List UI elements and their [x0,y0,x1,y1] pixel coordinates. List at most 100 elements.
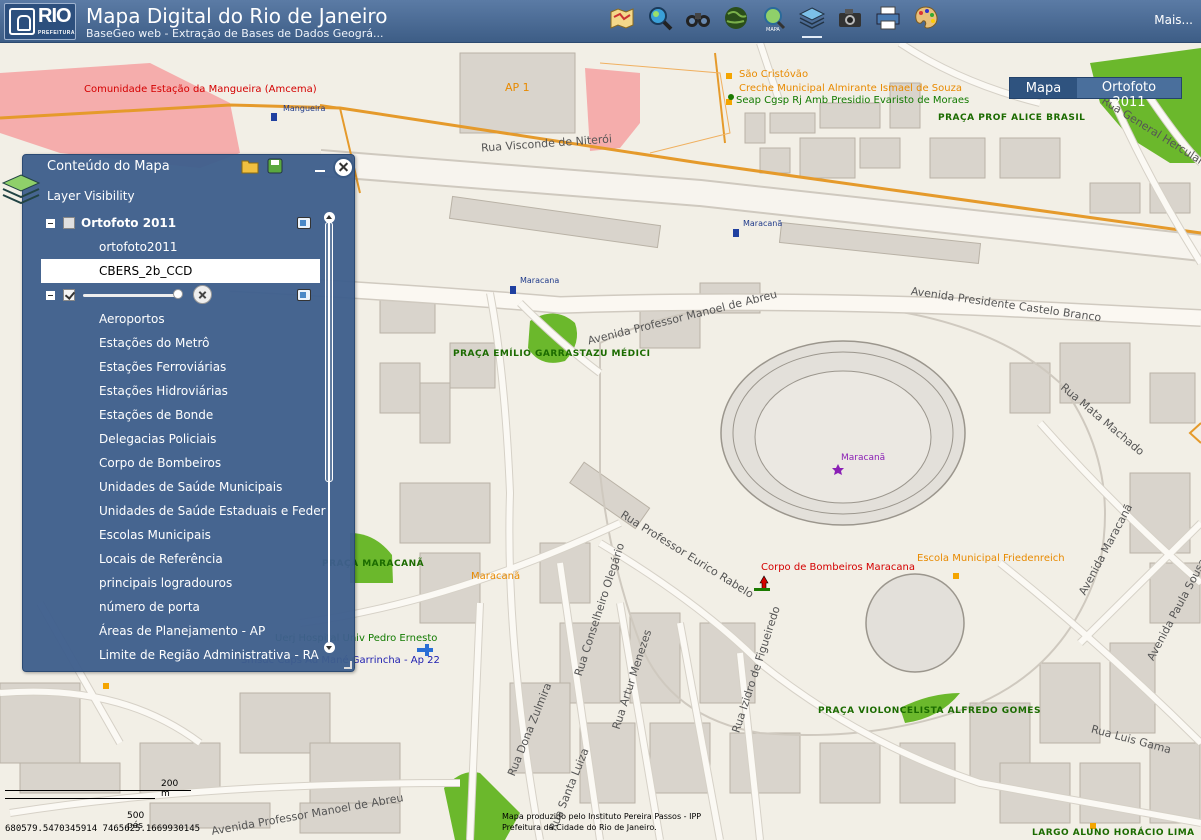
palette-icon[interactable] [910,4,942,38]
layer-item-label: Estações Hidroviárias [99,384,228,398]
layer-item-label: Escolas Municipais [99,528,211,542]
panel-resize-grip-icon[interactable] [344,661,352,669]
more-menu-link[interactable]: Mais... [1154,13,1193,27]
zoom-search-icon[interactable] [644,4,676,38]
layer-tree: Ortofoto 2011 ortofoto2011 CBERS_2b_CCD … [23,211,326,671]
map-content-panel[interactable]: Conteúdo do Mapa Layer Visibility Ortofo… [1,154,355,672]
layer-item-label: Aeroportos [99,312,165,326]
layer-item[interactable]: Estações de Bonde [23,403,326,427]
layer-item[interactable]: Corpo de Bombeiros [23,451,326,475]
basemap-switcher: Mapa Ortofoto 2011 [1009,77,1182,110]
remove-layer-button[interactable] [193,285,212,304]
app-header: RIO PREFEITURA Mapa Digital do Rio de Ja… [0,0,1201,43]
layer-item-label: principais logradouros [99,576,233,590]
save-map-icon[interactable] [267,158,283,174]
label-creche: Creche Municipal Almirante Ismael de Sou… [739,83,962,94]
label-comunidade-mangueira: Comunidade Estação da Mangueira (Amcema) [84,84,317,95]
layer-item[interactable]: número de porta [23,595,326,619]
layer-group-vector [23,283,326,307]
layer-group-label: Ortofoto 2011 [81,216,177,230]
printer-icon[interactable] [872,4,904,38]
layer-item-cbers[interactable]: CBERS_2b_CCD [41,259,320,283]
panel-subtitle: Layer Visibility [47,189,135,203]
layer-item-label: Estações de Bonde [99,408,214,422]
panel-title: Conteúdo do Mapa [47,159,170,174]
layer-item-label: Unidades de Saúde Municipais [99,480,283,494]
layer-item-label: Estações Ferroviárias [99,360,227,374]
layer-item[interactable]: Estações Hidroviárias [23,379,326,403]
layer-options-icon[interactable] [297,217,311,229]
opacity-slider[interactable] [83,294,179,297]
layer-item-ortofoto2011[interactable]: ortofoto2011 [23,235,326,259]
label-largo-aluno: LARGO ALUNO HORÁCIO LIMA [1032,828,1195,838]
toolbar: MAPA [606,4,942,38]
layer-item-label: número de porta [99,600,200,614]
binoculars-icon[interactable] [682,4,714,38]
scale-bar-imperial [5,798,155,799]
layer-item[interactable]: Estações do Metrô [23,331,326,355]
label-ap1: AP 1 [505,81,530,94]
layer-item[interactable]: Escolas Municipais [23,523,326,547]
layer-checkbox[interactable] [63,217,75,229]
map-search-icon[interactable]: MAPA [758,4,790,38]
basemap-mapa-button[interactable]: Mapa [1010,78,1077,98]
label-station-mangueira: Mangueira [283,104,326,113]
layer-item[interactable]: principais logradouros [23,571,326,595]
layer-checkbox[interactable] [63,289,75,301]
minimize-panel-button[interactable] [315,170,325,172]
layer-item[interactable]: Aeroportos [23,307,326,331]
label-seap: Seap Cgsp Rj Amb Presidio Evaristo de Mo… [736,95,970,106]
label-maracana-reference: Maracanã [471,571,521,582]
city-seal-icon [9,8,35,35]
layer-item[interactable]: Unidades de Saúde Estaduais e Federa [23,499,326,523]
layer-item-label: Corpo de Bombeiros [99,456,222,470]
scroll-down-arrow-icon[interactable] [324,642,335,653]
globe-icon[interactable] [720,4,752,38]
logo-sub: PREFEITURA [38,30,75,36]
collapse-toggle-icon[interactable] [46,219,55,228]
layers-stack-icon [1,174,41,205]
collapse-toggle-icon[interactable] [46,291,55,300]
label-corpo-bombeiros: Corpo de Bombeiros Maracana [761,562,916,573]
layers-tool-icon[interactable] [796,4,828,38]
app-subtitle: BaseGeo web - Extração de Bases de Dados… [86,27,384,40]
label-maracana-stadium: Maracanã [841,453,886,463]
layer-item[interactable]: Limite de Região Administrativa - RA [23,643,326,667]
scrollbar-thumb[interactable] [325,222,333,482]
layer-item[interactable]: Delegacias Policiais [23,427,326,451]
layer-item[interactable]: Áreas de Planejamento - AP [23,619,326,643]
label-sao-cristovao: São Cristóvão [739,69,809,80]
logo-word: RIO [38,5,72,27]
prefeitura-rio-logo: RIO PREFEITURA [4,3,76,40]
svg-text:MAPA: MAPA [766,27,780,32]
layer-item-label: ortofoto2011 [99,240,178,254]
layer-group-ortofoto: Ortofoto 2011 [23,211,326,235]
layer-item-label: Limite de Região Administrativa - RA [99,648,319,662]
map-credits: Mapa produzido pelo Instituto Pereira Pa… [502,811,701,833]
label-praca-alice-brasil: PRAÇA PROF ALICE BRASIL [938,113,1086,123]
layer-item-label: Unidades de Saúde Estaduais e Federa [99,504,326,518]
layer-item-label: Estações do Metrô [99,336,210,350]
credits-line-1: Mapa produzido pelo Instituto Pereira Pa… [502,812,702,821]
scale-label-metric: 200 m [161,779,179,799]
basemap-ortofoto-button[interactable]: Ortofoto 2011 [1077,78,1181,110]
credits-line-2: Prefeitura da Cidade do Rio de Janeiro. [502,823,657,832]
layer-item[interactable]: Unidades de Saúde Municipais [23,475,326,499]
layer-item-label: Delegacias Policiais [99,432,217,446]
layer-item[interactable]: Locais de Referência [23,547,326,571]
camera-icon[interactable] [834,4,866,38]
close-panel-button[interactable] [333,157,354,178]
label-station-maracana-1: Maracanã [743,219,783,228]
layer-tree-scrollbar[interactable] [324,212,335,653]
label-station-maracana-2: Maracana [520,276,560,285]
layer-item-label: CBERS_2b_CCD [99,264,193,278]
scroll-up-arrow-icon[interactable] [324,212,335,223]
layer-item[interactable]: Estações Ferroviárias [23,355,326,379]
layer-item-label: Áreas de Planejamento - AP [99,624,266,638]
opacity-slider-knob[interactable] [173,289,183,299]
label-praca-violoncelista: PRAÇA VIOLONCELISTA ALFREDO GOMES [818,706,1041,716]
open-folder-icon[interactable] [241,158,259,174]
layer-options-icon[interactable] [297,289,311,301]
map-folder-icon[interactable] [606,4,638,38]
mouse-coordinates: 680579.5470345914 7465625.1669930145 [5,824,201,834]
